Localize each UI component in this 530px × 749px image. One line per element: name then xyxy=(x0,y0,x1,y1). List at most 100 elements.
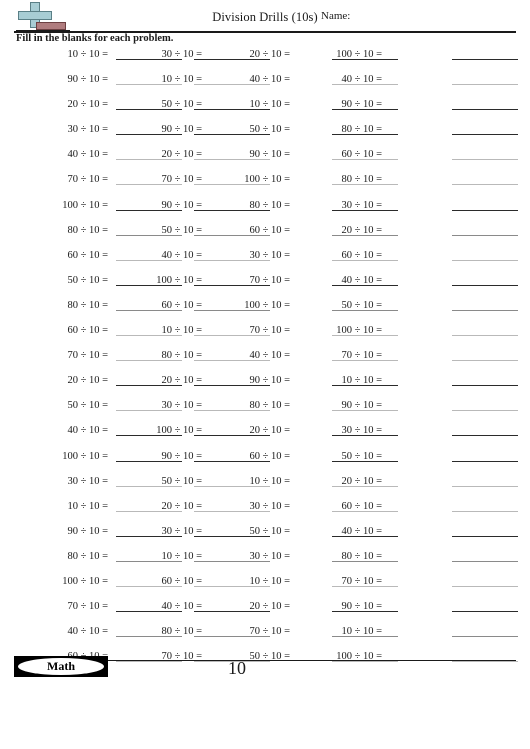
answer-blank[interactable] xyxy=(452,284,518,286)
answer-blank[interactable] xyxy=(452,209,518,211)
problem-cell: 10 ÷ 10 = xyxy=(16,46,182,71)
answer-blank[interactable] xyxy=(452,159,518,161)
answer-blank[interactable] xyxy=(452,661,518,663)
answer-blank[interactable] xyxy=(452,184,518,186)
answer-blank[interactable] xyxy=(452,435,518,437)
problem-cell: 10 ÷ 10 = xyxy=(194,473,290,498)
problem-row: 90 ÷ 10 = 30 ÷ 10 = 50 ÷ 10 = 40 ÷ 10 = xyxy=(0,523,530,548)
answer-blank[interactable] xyxy=(194,109,260,111)
answer-blank[interactable] xyxy=(332,159,398,161)
answer-blank[interactable] xyxy=(452,234,518,236)
answer-blank[interactable] xyxy=(452,485,518,487)
answer-blank[interactable] xyxy=(332,59,398,60)
answer-blank[interactable] xyxy=(194,560,260,562)
answer-blank[interactable] xyxy=(194,460,260,462)
answer-blank[interactable] xyxy=(194,661,260,663)
problem-expression: 40 ÷ 10 = xyxy=(67,626,108,638)
answer-blank[interactable] xyxy=(332,84,398,86)
answer-blank[interactable] xyxy=(194,585,260,587)
problem-cell: 90 ÷ 10 = xyxy=(290,96,398,121)
answer-blank[interactable] xyxy=(332,109,398,111)
answer-blank[interactable] xyxy=(194,209,260,211)
answer-blank[interactable] xyxy=(452,611,518,613)
answer-blank[interactable] xyxy=(332,585,398,587)
problem-cell xyxy=(452,573,518,598)
answer-blank[interactable] xyxy=(194,59,260,60)
problem-cell: 60 ÷ 10 = xyxy=(16,322,182,347)
answer-blank[interactable] xyxy=(194,535,260,537)
answer-blank[interactable] xyxy=(194,309,260,311)
problem-cell: 10 ÷ 10 = xyxy=(290,623,398,648)
answer-blank[interactable] xyxy=(332,510,398,512)
problem-cell: 50 ÷ 10 = xyxy=(290,448,398,473)
answer-blank[interactable] xyxy=(332,309,398,311)
answer-blank[interactable] xyxy=(194,435,260,437)
answer-blank[interactable] xyxy=(194,134,260,136)
answer-blank[interactable] xyxy=(332,209,398,211)
answer-blank[interactable] xyxy=(452,560,518,562)
answer-blank[interactable] xyxy=(332,284,398,286)
answer-blank[interactable] xyxy=(194,335,260,337)
answer-blank[interactable] xyxy=(332,535,398,537)
answer-blank[interactable] xyxy=(332,335,398,337)
answer-blank[interactable] xyxy=(194,84,260,86)
answer-blank[interactable] xyxy=(452,335,518,337)
answer-blank[interactable] xyxy=(194,636,260,638)
answer-blank[interactable] xyxy=(194,485,260,487)
answer-blank[interactable] xyxy=(452,535,518,537)
answer-blank[interactable] xyxy=(194,184,260,186)
badge-label: Math xyxy=(47,659,75,673)
problem-expression: 30 ÷ 10 = xyxy=(67,124,108,136)
answer-blank[interactable] xyxy=(332,259,398,261)
problem-expression: 50 ÷ 10 = xyxy=(67,400,108,412)
answer-blank[interactable] xyxy=(332,134,398,136)
answer-blank[interactable] xyxy=(194,284,260,286)
answer-blank[interactable] xyxy=(332,360,398,362)
answer-blank[interactable] xyxy=(452,309,518,311)
answer-blank[interactable] xyxy=(332,410,398,412)
answer-blank[interactable] xyxy=(332,460,398,462)
answer-blank[interactable] xyxy=(194,385,260,387)
answer-blank[interactable] xyxy=(452,360,518,362)
answer-blank[interactable] xyxy=(452,636,518,638)
problem-cell xyxy=(452,171,518,196)
answer-blank[interactable] xyxy=(332,560,398,562)
answer-blank[interactable] xyxy=(332,385,398,387)
answer-blank[interactable] xyxy=(452,460,518,462)
answer-blank[interactable] xyxy=(194,259,260,261)
problem-cell xyxy=(452,523,518,548)
answer-blank[interactable] xyxy=(452,510,518,512)
answer-blank[interactable] xyxy=(452,84,518,86)
problem-cell: 30 ÷ 10 = xyxy=(290,197,398,222)
problem-row: 60 ÷ 10 = 40 ÷ 10 = 30 ÷ 10 = 60 ÷ 10 = xyxy=(0,247,530,272)
answer-blank[interactable] xyxy=(452,410,518,412)
answer-blank[interactable] xyxy=(452,134,518,136)
answer-blank[interactable] xyxy=(452,109,518,111)
answer-blank[interactable] xyxy=(194,234,260,236)
problem-cell: 70 ÷ 10 = xyxy=(194,623,290,648)
problem-cell: 40 ÷ 10 = xyxy=(110,247,270,272)
answer-blank[interactable] xyxy=(332,184,398,186)
answer-blank[interactable] xyxy=(452,385,518,387)
problem-cell: 90 ÷ 10 = xyxy=(110,121,270,146)
answer-blank[interactable] xyxy=(452,59,518,60)
problem-cell: 20 ÷ 10 = xyxy=(194,422,290,447)
answer-blank[interactable] xyxy=(452,585,518,587)
answer-blank[interactable] xyxy=(332,485,398,487)
answer-blank[interactable] xyxy=(194,611,260,613)
answer-blank[interactable] xyxy=(332,234,398,236)
answer-blank[interactable] xyxy=(194,510,260,512)
answer-blank[interactable] xyxy=(194,360,260,362)
problem-cell xyxy=(452,598,518,623)
answer-blank[interactable] xyxy=(194,410,260,412)
answer-blank[interactable] xyxy=(332,611,398,613)
answer-blank[interactable] xyxy=(332,661,398,663)
problem-cell: 20 ÷ 10 = xyxy=(194,598,290,623)
answer-blank[interactable] xyxy=(332,435,398,437)
answer-blank[interactable] xyxy=(194,159,260,161)
answer-blank[interactable] xyxy=(452,259,518,261)
answer-blank[interactable] xyxy=(332,636,398,638)
problem-row: 100 ÷ 10 = 90 ÷ 10 = 80 ÷ 10 = 30 ÷ 10 = xyxy=(0,197,530,222)
problem-expression: 80 ÷ 10 = xyxy=(67,550,108,562)
problem-cell: 100 ÷ 10 = xyxy=(16,573,182,598)
